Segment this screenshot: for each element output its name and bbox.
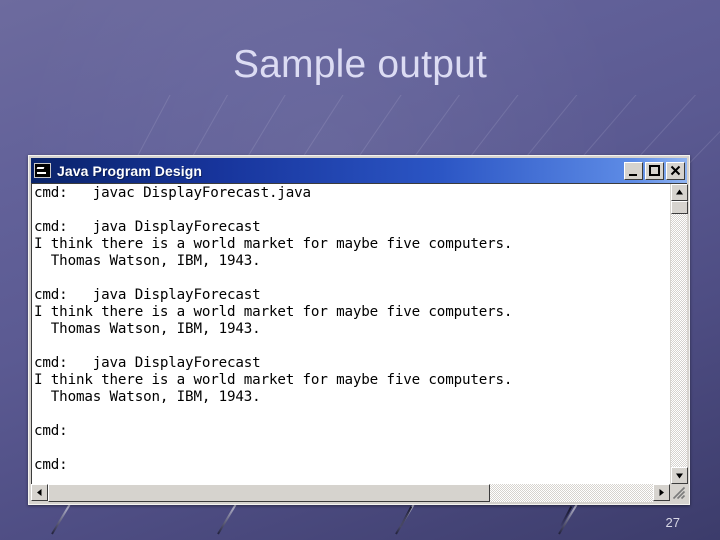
window-title-bar[interactable]: Java Program Design xyxy=(31,158,687,183)
scroll-left-arrow-icon[interactable] xyxy=(31,484,48,501)
vertical-scrollbar-thumb[interactable] xyxy=(671,201,688,214)
window-title: Java Program Design xyxy=(57,162,203,179)
horizontal-scrollbar[interactable] xyxy=(31,484,687,502)
console-line: cmd: java DisplayForecast xyxy=(34,287,261,303)
console-icon xyxy=(34,163,51,178)
vertical-scrollbar-track[interactable] xyxy=(671,214,687,467)
console-line: Thomas Watson, IBM, 1943. xyxy=(34,321,261,337)
scroll-down-arrow-icon[interactable] xyxy=(671,467,688,484)
console-line: cmd: java DisplayForecast xyxy=(34,355,261,371)
scroll-up-arrow-icon[interactable] xyxy=(671,184,688,201)
console-line: I think there is a world market for mayb… xyxy=(34,372,513,388)
window-client-area: cmd: javac DisplayForecast.java cmd: jav… xyxy=(31,183,688,484)
console-line: Thomas Watson, IBM, 1943. xyxy=(34,389,261,405)
slide-page-number: 27 xyxy=(665,515,680,530)
console-window[interactable]: Java Program Design cmd: javac DisplayFo… xyxy=(28,155,690,505)
resize-grip-icon[interactable] xyxy=(670,484,687,501)
horizontal-scrollbar-track[interactable] xyxy=(48,484,653,502)
window-inner: Java Program Design cmd: javac DisplayFo… xyxy=(31,158,688,502)
vertical-scrollbar[interactable] xyxy=(670,184,688,484)
streak-line xyxy=(50,504,71,535)
close-button[interactable] xyxy=(666,161,685,180)
console-line: cmd: xyxy=(34,457,68,473)
console-line: I think there is a world market for mayb… xyxy=(34,236,513,252)
streak-line xyxy=(400,506,413,527)
maximize-button[interactable] xyxy=(645,161,664,180)
console-output-text[interactable]: cmd: javac DisplayForecast.java cmd: jav… xyxy=(32,184,670,484)
scroll-right-arrow-icon[interactable] xyxy=(653,484,670,501)
streak-line xyxy=(217,504,237,535)
horizontal-scrollbar-thumb[interactable] xyxy=(48,484,490,502)
console-line: cmd: java DisplayForecast xyxy=(34,219,261,235)
console-line: cmd: javac DisplayForecast.java xyxy=(34,185,311,201)
minimize-button[interactable] xyxy=(624,161,643,180)
console-line: cmd: xyxy=(34,423,68,439)
console-line: Thomas Watson, IBM, 1943. xyxy=(34,253,261,269)
page-title: Sample output xyxy=(232,43,488,86)
console-line: I think there is a world market for mayb… xyxy=(34,304,513,320)
